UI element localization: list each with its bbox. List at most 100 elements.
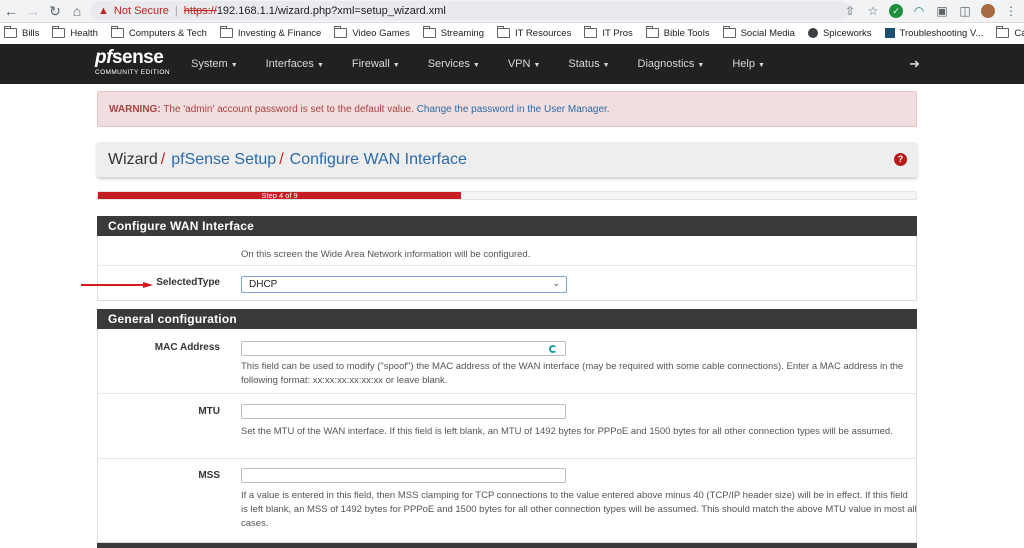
row-divider: [98, 458, 916, 459]
menu-status[interactable]: Status ▼: [568, 58, 609, 70]
security-label[interactable]: Not Secure: [114, 5, 169, 17]
caret-down-icon: ▼: [316, 62, 324, 69]
menu-system[interactable]: System ▼: [191, 58, 238, 70]
reload-icon[interactable]: ↻: [44, 0, 66, 22]
breadcrumb: Wizard / pfSense Setup / Configure WAN I…: [97, 142, 917, 177]
mss-help: If a value is entered in this field, the…: [241, 490, 917, 529]
bookmark-it-resources[interactable]: IT Resources: [497, 26, 571, 39]
browser-toolbar: ← → ↻ ⌂ ▲ Not Secure | https:// 192.168.…: [0, 0, 1024, 23]
bookmark-bills[interactable]: Bills: [4, 26, 40, 39]
bookmark-label: Bible Tools: [663, 27, 710, 39]
mtu-input[interactable]: [241, 404, 566, 419]
mac-address-input[interactable]: [241, 341, 566, 356]
caret-down-icon: ▼: [757, 62, 765, 69]
general-panel: MAC Address This field can be used to mo…: [97, 329, 917, 543]
progress-label: Step 4 of 9: [261, 191, 298, 200]
general-panel-title: General configuration: [97, 309, 917, 329]
folder-icon: [584, 26, 598, 38]
folder-icon: [110, 26, 124, 38]
bookmark-computers-tech[interactable]: Computers & Tech: [110, 26, 207, 39]
share-icon[interactable]: ⇧: [843, 4, 857, 18]
row-divider: [98, 393, 916, 394]
menu-vpn[interactable]: VPN ▼: [508, 58, 541, 70]
logout-icon[interactable]: ➜: [909, 56, 920, 72]
avatar[interactable]: [981, 4, 995, 18]
caret-down-icon: ▼: [230, 62, 238, 69]
mss-input[interactable]: [241, 468, 566, 483]
bookmark-investing[interactable]: Investing & Finance: [219, 26, 322, 39]
alert-label: WARNING:: [109, 103, 161, 115]
red-arrow-annotation: [81, 282, 153, 288]
url-text[interactable]: 192.168.1.1/wizard.php?xml=setup_wizard.…: [217, 5, 446, 17]
user-manager-link[interactable]: Change the password in the User Manager.: [417, 104, 610, 115]
browser-actions: ⇧ ☆ ✓ ◠ ▣ ◫ ⋮: [843, 0, 1018, 22]
next-panel-header: [97, 543, 917, 548]
caret-down-icon: ▼: [533, 62, 541, 69]
breadcrumb-separator: /: [279, 150, 284, 168]
wan-panel: On this screen the Wide Area Network inf…: [97, 236, 917, 301]
selected-type-select[interactable]: DHCP ⌄: [241, 276, 567, 293]
bookmark-cars[interactable]: Cars: [996, 26, 1024, 39]
chevron-down-icon: ⌄: [552, 278, 560, 288]
bookmark-troubleshooting[interactable]: Troubleshooting V...: [884, 28, 983, 39]
folder-icon: [645, 26, 659, 38]
folder-icon: [422, 26, 436, 38]
bookmark-label: Computers & Tech: [128, 27, 207, 39]
breadcrumb-configure-wan[interactable]: Configure WAN Interface: [290, 151, 467, 169]
caret-down-icon: ▼: [697, 62, 705, 69]
bookmark-social-media[interactable]: Social Media: [722, 26, 795, 39]
menu-services[interactable]: Services ▼: [428, 58, 480, 70]
bookmark-label: Bills: [22, 27, 40, 39]
folder-icon: [497, 26, 511, 38]
folder-icon: [219, 26, 233, 38]
puzzle-icon[interactable]: ▣: [935, 4, 949, 18]
row-divider: [98, 265, 916, 266]
bookmark-bible-tools[interactable]: Bible Tools: [645, 26, 710, 39]
back-icon[interactable]: ←: [0, 0, 22, 22]
bookmark-spiceworks[interactable]: Spiceworks: [807, 27, 872, 39]
breadcrumb-pfsense-setup[interactable]: pfSense Setup: [171, 151, 276, 169]
bookmark-health[interactable]: Health: [52, 26, 98, 39]
menu-firewall[interactable]: Firewall ▼: [352, 58, 400, 70]
bookmark-label: Cars: [1014, 27, 1024, 39]
wan-intro-text: On this screen the Wide Area Network inf…: [241, 249, 531, 260]
forward-icon[interactable]: →: [22, 0, 44, 22]
mss-label: MSS: [198, 470, 220, 481]
menu-diagnostics[interactable]: Diagnostics ▼: [638, 58, 705, 70]
folder-icon: [4, 26, 17, 38]
folder-icon: [334, 26, 348, 38]
home-icon[interactable]: ⌂: [66, 0, 88, 22]
spinner-icon: [549, 345, 557, 353]
mtu-label: MTU: [198, 406, 220, 417]
url-scheme: https://: [183, 4, 217, 17]
bookmark-label: Streaming: [440, 27, 485, 39]
url-separator: |: [174, 4, 178, 17]
menu-interfaces[interactable]: Interfaces ▼: [266, 58, 324, 70]
bookmarks-bar: Bills Health Computers & Tech Investing …: [0, 23, 1024, 43]
folder-icon: [722, 26, 736, 38]
bookmark-label: Investing & Finance: [237, 27, 322, 39]
alert-message: The 'admin' account password is set to t…: [160, 103, 417, 115]
sidebar-icon[interactable]: ◫: [958, 4, 972, 18]
bookmark-video-games[interactable]: Video Games: [334, 26, 410, 39]
bookmark-streaming[interactable]: Streaming: [422, 26, 485, 39]
wan-panel-title: Configure WAN Interface: [97, 216, 917, 236]
bookmark-label: Video Games: [352, 27, 410, 39]
mac-address-label: MAC Address: [154, 342, 220, 353]
folder-icon: [52, 26, 66, 38]
bookmark-label: Spiceworks: [822, 27, 872, 39]
folder-icon: [996, 26, 1010, 38]
logo-pf: pf: [95, 47, 112, 68]
star-icon[interactable]: ☆: [866, 4, 880, 18]
default-password-alert: WARNING: The 'admin' account password is…: [97, 91, 917, 127]
menu-help[interactable]: Help ▼: [732, 58, 765, 70]
extension-spinner-icon[interactable]: ◠: [912, 4, 926, 18]
kebab-menu-icon[interactable]: ⋮: [1004, 4, 1018, 18]
question-circle-icon[interactable]: ?: [894, 153, 907, 166]
warning-triangle-icon[interactable]: ▲: [98, 5, 109, 17]
address-bar[interactable]: ▲ Not Secure | https:// 192.168.1.1/wiza…: [90, 1, 850, 20]
bookmark-label: Social Media: [740, 27, 795, 39]
pfsense-logo[interactable]: pfsense COMMUNITY EDITION: [95, 47, 170, 77]
check-extension-icon[interactable]: ✓: [889, 4, 903, 18]
bookmark-it-pros[interactable]: IT Pros: [584, 26, 633, 39]
